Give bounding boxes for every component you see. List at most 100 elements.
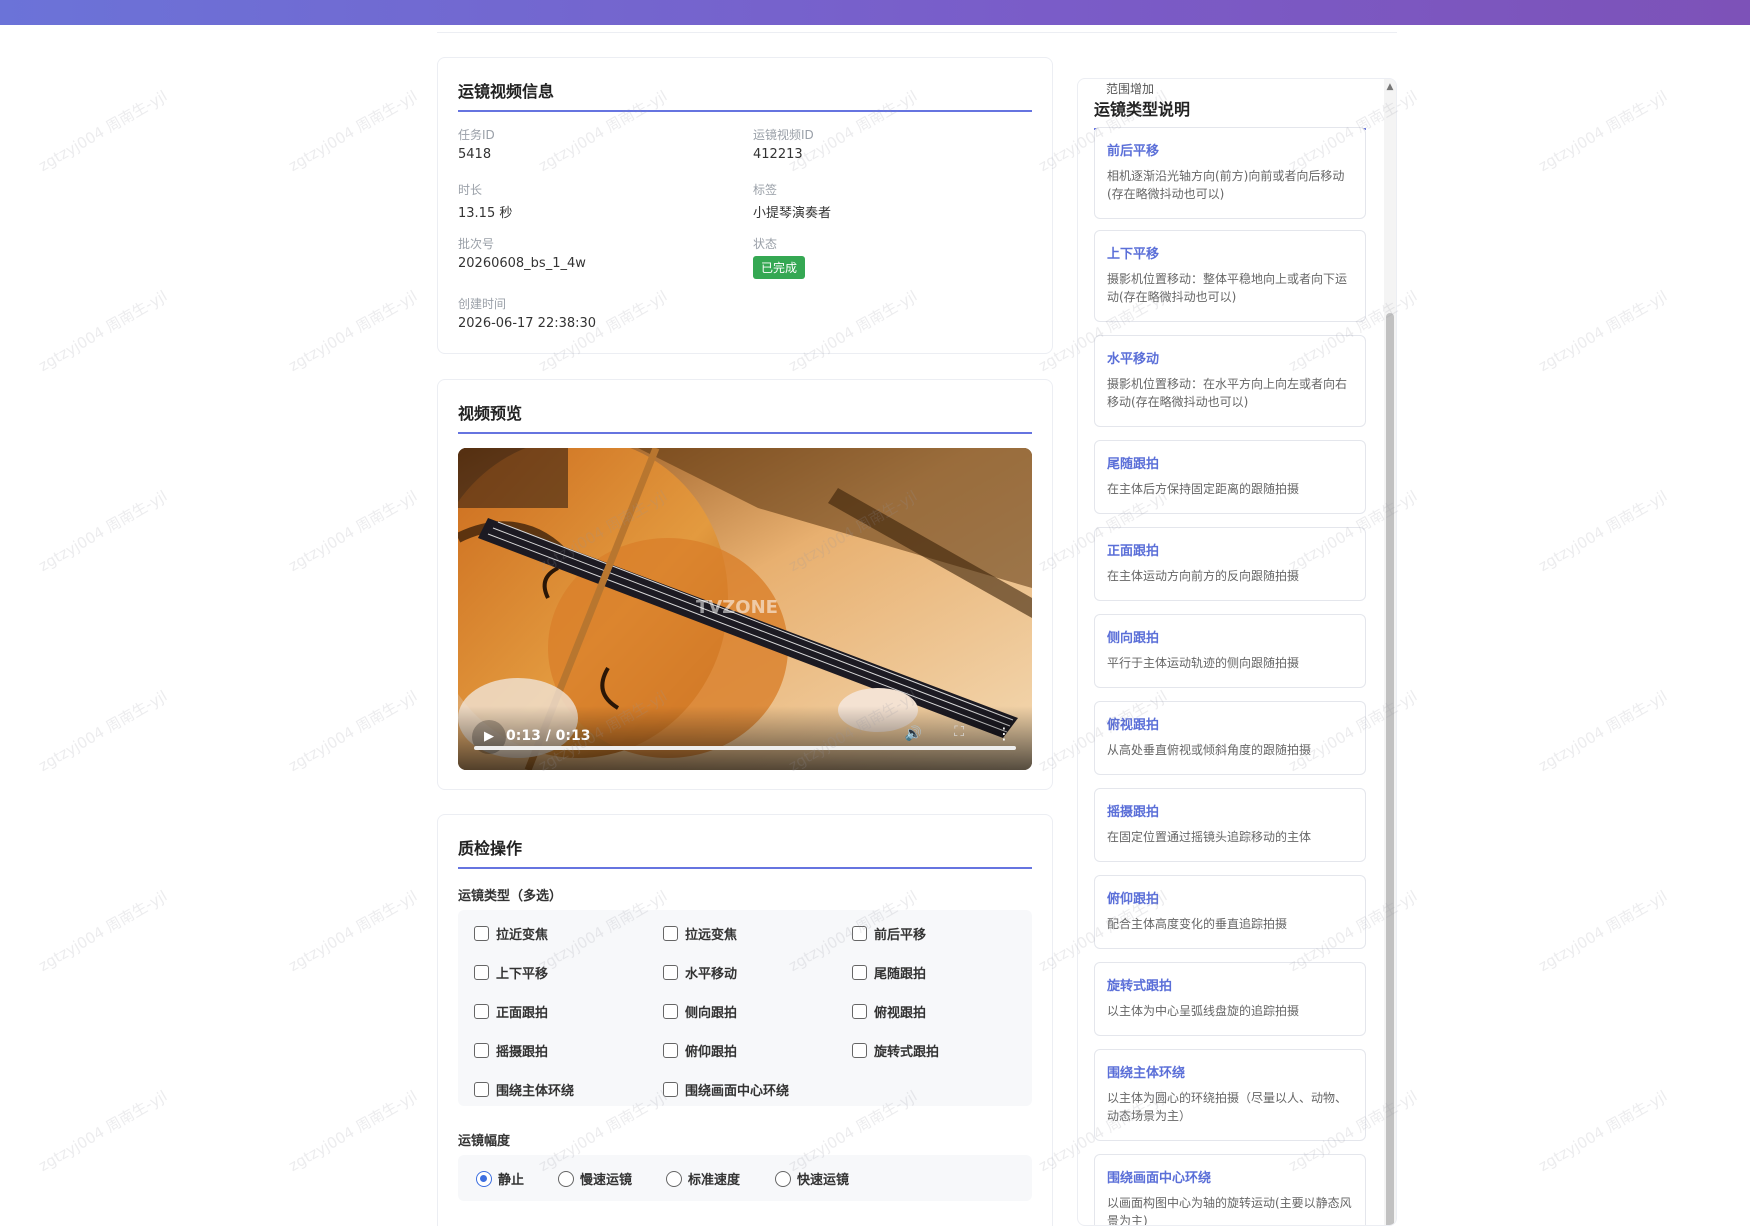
amplitude-radio[interactable]: 快速运镜: [775, 1169, 849, 1188]
watermark-text: zgtzyj004 周南生-yjl: [35, 486, 171, 576]
camera-type-checkbox[interactable]: 俯视跟拍: [852, 1002, 926, 1021]
guide-item: 围绕画面中心环绕以画面构图中心为轴的旋转运动(主要以静态风景为主): [1094, 1154, 1366, 1226]
checkbox-label: 拉远变焦: [685, 928, 738, 943]
guide-item-name: 围绕画面中心环绕: [1107, 1171, 1212, 1186]
video-id-label: 运镜视频ID: [753, 128, 814, 142]
duration-label: 时长: [458, 183, 483, 197]
radio-dot[interactable]: [476, 1170, 492, 1187]
camera-type-label: 运镜类型（多选）: [458, 889, 563, 904]
camera-type-checkbox[interactable]: 前后平移: [852, 924, 926, 943]
video-id-value: 412213: [753, 147, 803, 162]
guide-item: 俯仰跟拍 配合主体高度变化的垂直追踪拍摄: [1094, 875, 1366, 949]
top-header-bar: [0, 0, 1750, 25]
guide-item-desc: 以主体为中心呈弧线盘旋的追踪拍摄: [1107, 1004, 1300, 1018]
watermark-text: zgtzyj004 周南生-yjl: [1535, 486, 1671, 576]
volume-icon[interactable]: 🔊: [905, 726, 922, 742]
guide-item-name: 前后平移: [1107, 144, 1160, 159]
checkbox-label: 侧向跟拍: [685, 1006, 738, 1021]
checkbox-box[interactable]: [663, 1043, 678, 1058]
checkbox-box[interactable]: [852, 1043, 867, 1058]
guide-item-name: 旋转式跟拍: [1107, 979, 1173, 994]
checkbox-box[interactable]: [663, 1004, 678, 1019]
camera-type-checkbox[interactable]: 围绕主体环绕: [474, 1080, 574, 1099]
fullscreen-icon[interactable]: ⛶: [954, 724, 964, 740]
clipped-text: 范围增加: [1106, 82, 1155, 96]
radio-label: 慢速运镜: [580, 1173, 633, 1188]
camera-type-checkbox[interactable]: 侧向跟拍: [663, 1002, 737, 1021]
checkbox-box[interactable]: [663, 965, 678, 980]
created-value: 2026-06-17 22:38:30: [458, 316, 597, 331]
video-info-card: 运镜视频信息 任务ID 5418 运镜视频ID 412213 时长 13.15 …: [437, 57, 1053, 354]
watermark-text: zgtzyj004 周南生-yjl: [285, 886, 421, 976]
created-label: 创建时间: [458, 297, 507, 311]
checkbox-label: 摇摄跟拍: [496, 1045, 549, 1060]
checkbox-box[interactable]: [474, 1004, 489, 1019]
amplitude-options: 静止 慢速运镜 标准速度 快速运镜: [458, 1155, 1032, 1201]
amplitude-label: 运镜幅度: [458, 1134, 511, 1149]
radio-label: 静止: [498, 1173, 525, 1188]
checkbox-box[interactable]: [852, 1004, 867, 1019]
guide-item-desc: 摄影机位置移动：整体平稳地向上或者向下运动(存在略微抖动也可以): [1107, 272, 1348, 304]
checkbox-label: 水平移动: [685, 967, 738, 982]
guide-item: 侧向跟拍 平行于主体运动轨迹的侧向跟随拍摄: [1094, 614, 1366, 688]
guide-item-name: 俯视跟拍: [1107, 718, 1160, 733]
radio-label: 标准速度: [688, 1173, 741, 1188]
scroll-thumb[interactable]: [1386, 313, 1394, 1225]
guide-item-name: 正面跟拍: [1107, 544, 1160, 559]
guide-item: 摇摄跟拍 在固定位置通过摇镜头追踪移动的主体: [1094, 788, 1366, 862]
guide-item-desc: 在固定位置通过摇镜头追踪移动的主体: [1107, 830, 1312, 844]
tag-value: 小提琴演奏者: [753, 206, 832, 221]
checkbox-box[interactable]: [852, 926, 867, 941]
header-divider: [437, 32, 1397, 33]
camera-type-checkbox[interactable]: 摇摄跟拍: [474, 1041, 548, 1060]
amplitude-radio[interactable]: 标准速度: [666, 1169, 740, 1188]
batch-value: 20260608_bs_1_4w: [458, 256, 586, 271]
radio-dot[interactable]: [775, 1170, 791, 1187]
camera-type-checkbox[interactable]: 上下平移: [474, 963, 548, 982]
camera-type-guide-panel[interactable]: 范围增加 运镜类型说明 前后平移 相机逐渐沿光轴方向(前方)向前或者向后移动(存在…: [1077, 78, 1397, 1226]
video-progress-bar[interactable]: [474, 746, 1016, 750]
radio-dot[interactable]: [666, 1170, 682, 1187]
guide-scrollbar[interactable]: ▲: [1384, 79, 1396, 1225]
camera-type-checkbox[interactable]: 正面跟拍: [474, 1002, 548, 1021]
video-preview-card: 视频预览 TVZONE ▶ 0:13 / 0:13 🔊 ⛶ ⋮: [437, 379, 1053, 790]
watermark-text: zgtzyj004 周南生-yjl: [285, 686, 421, 776]
status-label: 状态: [753, 237, 778, 251]
batch-label: 批次号: [458, 237, 495, 251]
checkbox-label: 拉近变焦: [496, 928, 549, 943]
watermark-text: zgtzyj004 周南生-yjl: [35, 886, 171, 976]
checkbox-label: 围绕画面中心环绕: [685, 1084, 790, 1099]
checkbox-label: 俯视跟拍: [874, 1006, 927, 1021]
guide-item-desc: 在主体运动方向前方的反向跟随拍摄: [1107, 569, 1300, 583]
checkbox-box[interactable]: [474, 1082, 489, 1097]
video-controls: ▶ 0:13 / 0:13 🔊 ⛶ ⋮: [458, 706, 1032, 770]
video-player[interactable]: TVZONE ▶ 0:13 / 0:13 🔊 ⛶ ⋮: [458, 448, 1032, 770]
camera-type-checkbox[interactable]: 俯仰跟拍: [663, 1041, 737, 1060]
checkbox-label: 前后平移: [874, 928, 927, 943]
guide-item: 旋转式跟拍以主体为中心呈弧线盘旋的追踪拍摄: [1094, 962, 1366, 1036]
more-options-icon[interactable]: ⋮: [996, 724, 1012, 743]
scroll-up-arrow-icon[interactable]: ▲: [1385, 82, 1395, 92]
camera-type-checkbox[interactable]: 旋转式跟拍: [852, 1041, 939, 1060]
camera-type-checkbox[interactable]: 围绕画面中心环绕: [663, 1080, 789, 1099]
checkbox-box[interactable]: [663, 1082, 678, 1097]
task-id-label: 任务ID: [458, 128, 495, 142]
checkbox-box[interactable]: [474, 965, 489, 980]
camera-type-checkbox[interactable]: 拉近变焦: [474, 924, 548, 943]
guide-item-name: 尾随跟拍: [1107, 457, 1160, 472]
checkbox-box[interactable]: [474, 1043, 489, 1058]
amplitude-radio[interactable]: 静止: [476, 1169, 524, 1188]
amplitude-radio[interactable]: 慢速运镜: [558, 1169, 632, 1188]
checkbox-box[interactable]: [663, 926, 678, 941]
camera-type-checkbox[interactable]: 水平移动: [663, 963, 737, 982]
checkbox-box[interactable]: [474, 926, 489, 941]
camera-type-checkbox[interactable]: 尾随跟拍: [852, 963, 926, 982]
camera-type-checkbox[interactable]: 拉远变焦: [663, 924, 737, 943]
radio-dot[interactable]: [558, 1170, 574, 1187]
guide-item-desc: 以画面构图中心为轴的旋转运动(主要以静态风景为主): [1107, 1196, 1352, 1226]
checkbox-box[interactable]: [852, 965, 867, 980]
qc-title: 质检操作: [458, 835, 1032, 869]
guide-item-desc: 配合主体高度变化的垂直追踪拍摄: [1107, 917, 1288, 931]
guide-item-desc: 从高处垂直俯视或倾斜角度的跟随拍摄: [1107, 743, 1312, 757]
guide-title: 运镜类型说明: [1094, 96, 1366, 130]
